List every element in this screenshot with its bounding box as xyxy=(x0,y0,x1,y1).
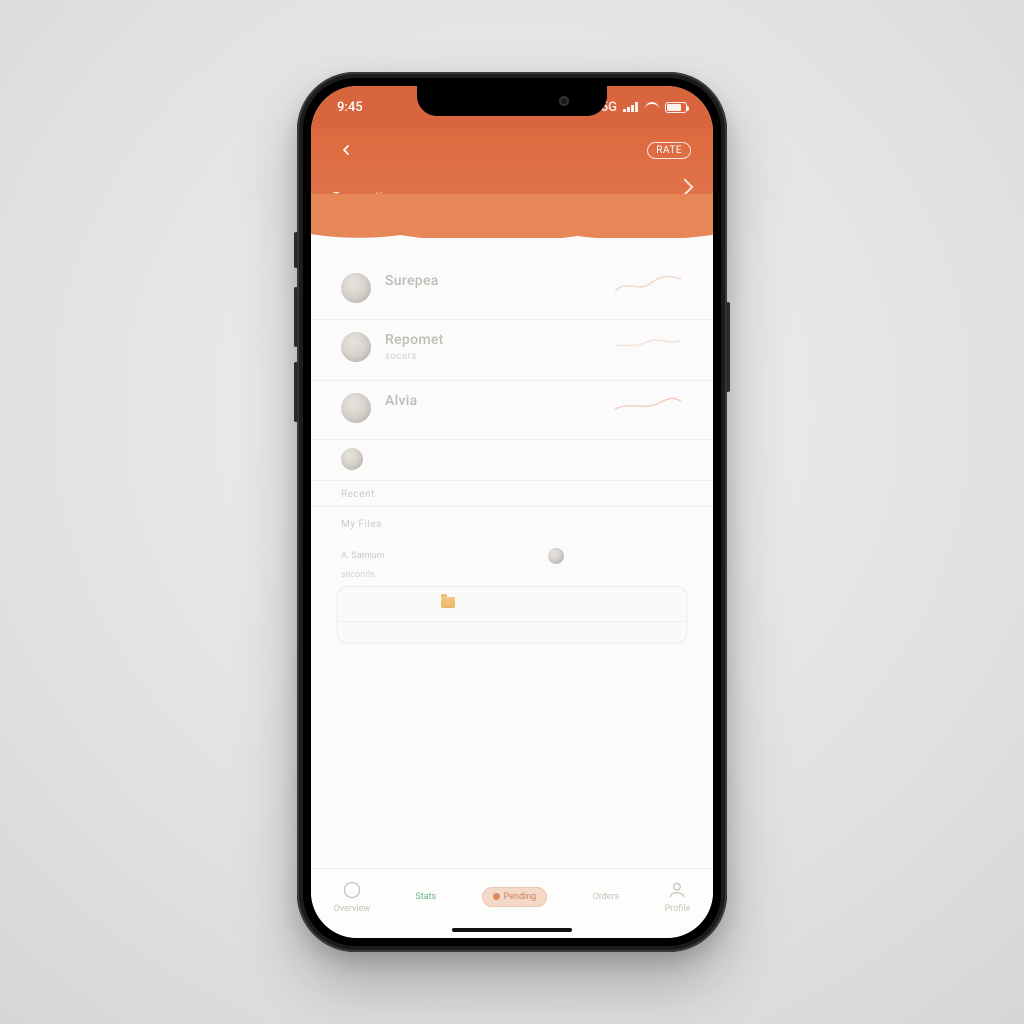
tab-label: Orders xyxy=(593,892,620,902)
hero-bottom-curve xyxy=(311,194,713,238)
section-label: My Files xyxy=(311,511,713,536)
summary-header: A. Samium xyxy=(337,544,687,570)
battery-icon xyxy=(665,102,687,113)
summary-col: A. Samium xyxy=(341,548,430,564)
tab-label: Stats xyxy=(415,892,436,902)
tab-label: Overview xyxy=(334,904,370,914)
sparkline-icon xyxy=(613,332,683,356)
table-row[interactable] xyxy=(338,587,686,622)
sparkline-icon xyxy=(613,393,683,417)
notch xyxy=(417,86,607,116)
list-item-title: Alvia xyxy=(385,393,599,409)
phone-volume-down xyxy=(294,362,298,422)
tab-label: Profile xyxy=(665,904,691,914)
section-label: Recent xyxy=(311,481,713,506)
status-time: 9:45 xyxy=(337,100,363,115)
list-item-title: Repomet xyxy=(385,332,599,348)
list-item[interactable]: Alvia xyxy=(311,381,713,440)
transaction-list[interactable]: Surepea Repomet socers xyxy=(311,237,713,868)
screen: 9:45 5G RATE Transactions xyxy=(311,86,713,938)
summary-col xyxy=(548,548,612,564)
header-hero: RATE Transactions xyxy=(311,128,713,237)
tab-overview[interactable]: Overview xyxy=(334,880,370,914)
avatar xyxy=(341,273,371,303)
avatar xyxy=(341,448,363,470)
tab-orders[interactable]: Orders xyxy=(593,892,620,902)
signal-icon xyxy=(623,102,639,112)
summary-block: A. Samium seconds xyxy=(311,536,713,647)
dot-icon xyxy=(493,893,500,900)
tab-stats[interactable]: Stats xyxy=(415,892,436,902)
avatar xyxy=(548,548,564,564)
summary-col xyxy=(438,548,540,564)
back-button[interactable] xyxy=(333,137,359,163)
phone-frame: 9:45 5G RATE Transactions xyxy=(297,72,727,952)
list-item[interactable] xyxy=(311,440,713,481)
status-chip[interactable]: Pending xyxy=(482,887,548,907)
list-item[interactable]: Repomet socers xyxy=(311,320,713,381)
list-item-sub: socers xyxy=(385,351,599,362)
list-item-title: Surepea xyxy=(385,273,599,289)
folder-icon xyxy=(441,597,455,608)
tab-profile[interactable]: Profile xyxy=(665,880,691,914)
header-badge[interactable]: RATE xyxy=(647,142,691,159)
sparkline-icon xyxy=(613,273,683,297)
summary-sub: seconds xyxy=(337,570,687,586)
cell xyxy=(441,597,538,611)
phone-power-button xyxy=(726,302,730,392)
chip-label: Pending xyxy=(504,892,537,902)
tab-bar: Overview Stats Pending Orders Profile xyxy=(311,868,713,938)
summary-card[interactable] xyxy=(337,586,687,643)
home-indicator[interactable] xyxy=(452,928,572,932)
phone-mute-switch xyxy=(294,232,298,268)
avatar xyxy=(341,332,371,362)
wifi-icon xyxy=(645,102,659,112)
summary-col xyxy=(619,548,683,564)
avatar xyxy=(341,393,371,423)
table-row[interactable] xyxy=(338,622,686,642)
phone-volume-up xyxy=(294,287,298,347)
list-item[interactable]: Surepea xyxy=(311,261,713,320)
